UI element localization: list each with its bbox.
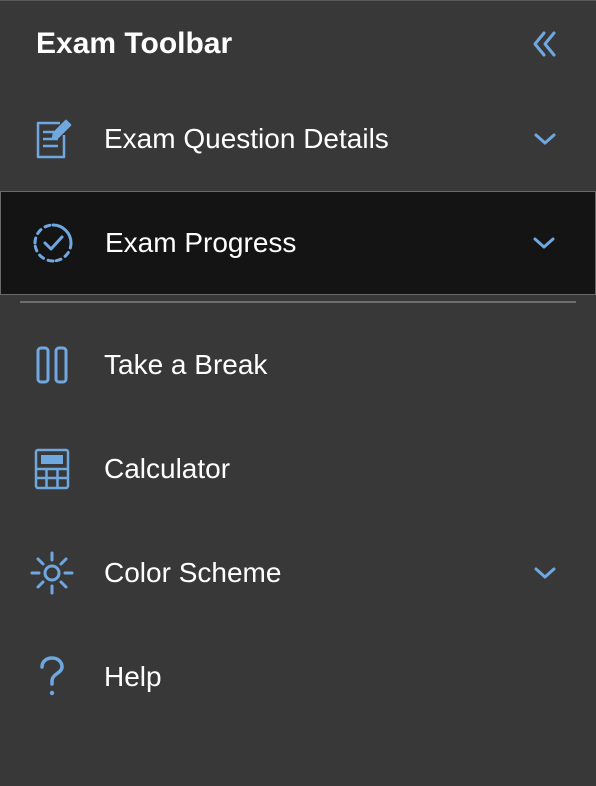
menu-item-calculator[interactable]: Calculator bbox=[0, 417, 596, 521]
menu-item-color-scheme[interactable]: Color Scheme bbox=[0, 521, 596, 625]
menu-item-label: Color Scheme bbox=[104, 557, 506, 589]
toolbar-menu: Exam Question Details Exam Progress bbox=[0, 87, 596, 729]
menu-item-label: Exam Question Details bbox=[104, 123, 506, 155]
document-edit-icon bbox=[24, 111, 80, 167]
chevron-double-left-icon bbox=[530, 29, 560, 59]
menu-item-label: Take a Break bbox=[104, 349, 506, 381]
menu-item-label: Help bbox=[104, 661, 506, 693]
progress-check-icon bbox=[25, 215, 81, 271]
chevron-down-icon bbox=[533, 566, 557, 580]
toolbar-title: Exam Toolbar bbox=[36, 27, 232, 61]
menu-item-exam-progress[interactable]: Exam Progress bbox=[0, 191, 596, 295]
menu-item-take-break[interactable]: Take a Break bbox=[0, 313, 596, 417]
calculator-icon bbox=[24, 441, 80, 497]
collapse-button[interactable] bbox=[530, 29, 560, 59]
menu-item-label: Calculator bbox=[104, 453, 506, 485]
exam-toolbar-panel: Exam Toolbar Exam Question Details bbox=[0, 0, 596, 786]
toolbar-header: Exam Toolbar bbox=[0, 1, 596, 87]
question-icon bbox=[24, 649, 80, 705]
menu-item-label: Exam Progress bbox=[105, 227, 505, 259]
menu-item-exam-question-details[interactable]: Exam Question Details bbox=[0, 87, 596, 191]
chevron-down-icon bbox=[532, 236, 556, 250]
menu-divider bbox=[20, 301, 576, 303]
brightness-icon bbox=[24, 545, 80, 601]
menu-item-help[interactable]: Help bbox=[0, 625, 596, 729]
chevron-down-icon bbox=[533, 132, 557, 146]
pause-icon bbox=[24, 337, 80, 393]
